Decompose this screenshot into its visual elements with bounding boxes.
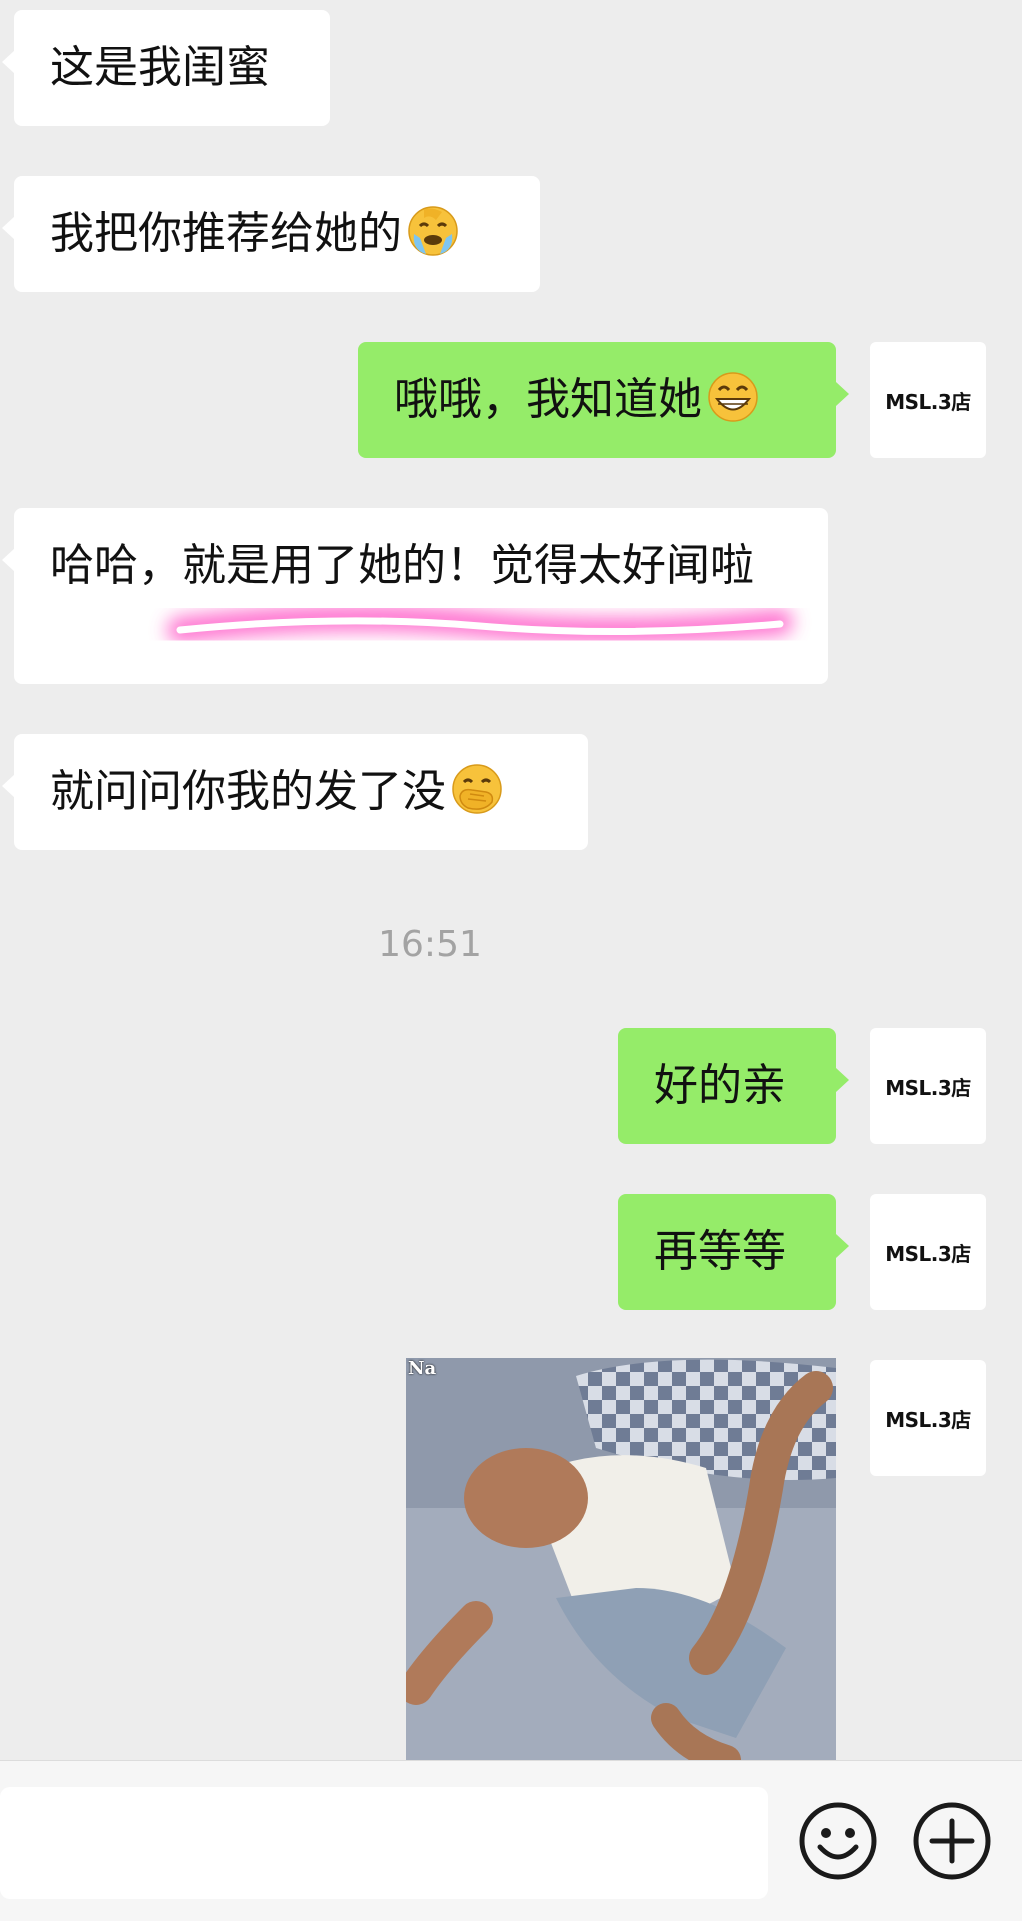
avatar-label: MSL.3店	[885, 1241, 971, 1266]
avatar[interactable]: MSL.3店	[870, 1194, 986, 1310]
plus-icon[interactable]	[912, 1801, 992, 1881]
photo-illustration	[406, 1358, 836, 1760]
message-incoming[interactable]: 就问问你我的发了没	[2, 734, 588, 850]
message-text: 就问问你我的发了没	[50, 766, 446, 817]
emoji-icon[interactable]	[798, 1801, 878, 1881]
face-palm-emoji-icon	[408, 206, 458, 256]
message-incoming[interactable]: 这是我闺蜜	[2, 10, 330, 126]
message-outgoing[interactable]: 好的亲	[618, 1028, 849, 1144]
avatar[interactable]: MSL.3店	[870, 342, 986, 458]
message-text: 我把你推荐给她的	[50, 208, 402, 259]
message-outgoing[interactable]: 哦哦，我知道她	[358, 342, 849, 458]
avatar[interactable]: MSL.3店	[870, 1360, 986, 1476]
grinning-emoji-icon	[708, 372, 758, 422]
message-text: 哦哦，我知道她	[394, 374, 702, 425]
chat-history[interactable]: 这是我闺蜜 我把你推荐给她的 哦哦，我知道她 MSL.3店 哈哈，就是用了她的！…	[0, 0, 1022, 1760]
input-bar	[0, 1760, 1022, 1921]
message-input[interactable]	[0, 1787, 768, 1899]
timestamp: 16:51	[378, 924, 482, 965]
avatar-label: MSL.3店	[885, 389, 971, 414]
message-text: 哈哈，就是用了她的！觉得太好闻啦	[50, 540, 754, 591]
avatar-label: MSL.3店	[885, 1075, 971, 1100]
message-text: 这是我闺蜜	[50, 42, 270, 93]
message-outgoing[interactable]: 再等等	[618, 1194, 849, 1310]
pink-highlight-stroke	[167, 605, 793, 644]
message-incoming[interactable]: 哈哈，就是用了她的！觉得太好闻啦	[2, 508, 828, 684]
message-incoming[interactable]: 我把你推荐给她的	[2, 176, 540, 292]
avatar[interactable]: MSL.3店	[870, 1028, 986, 1144]
hand-over-mouth-emoji-icon	[452, 764, 502, 814]
message-image[interactable]: Na	[406, 1358, 836, 1760]
avatar-label: MSL.3店	[885, 1407, 971, 1432]
message-text: 好的亲	[654, 1060, 786, 1111]
message-text: 再等等	[654, 1226, 786, 1277]
image-watermark: Na	[408, 1358, 437, 1379]
